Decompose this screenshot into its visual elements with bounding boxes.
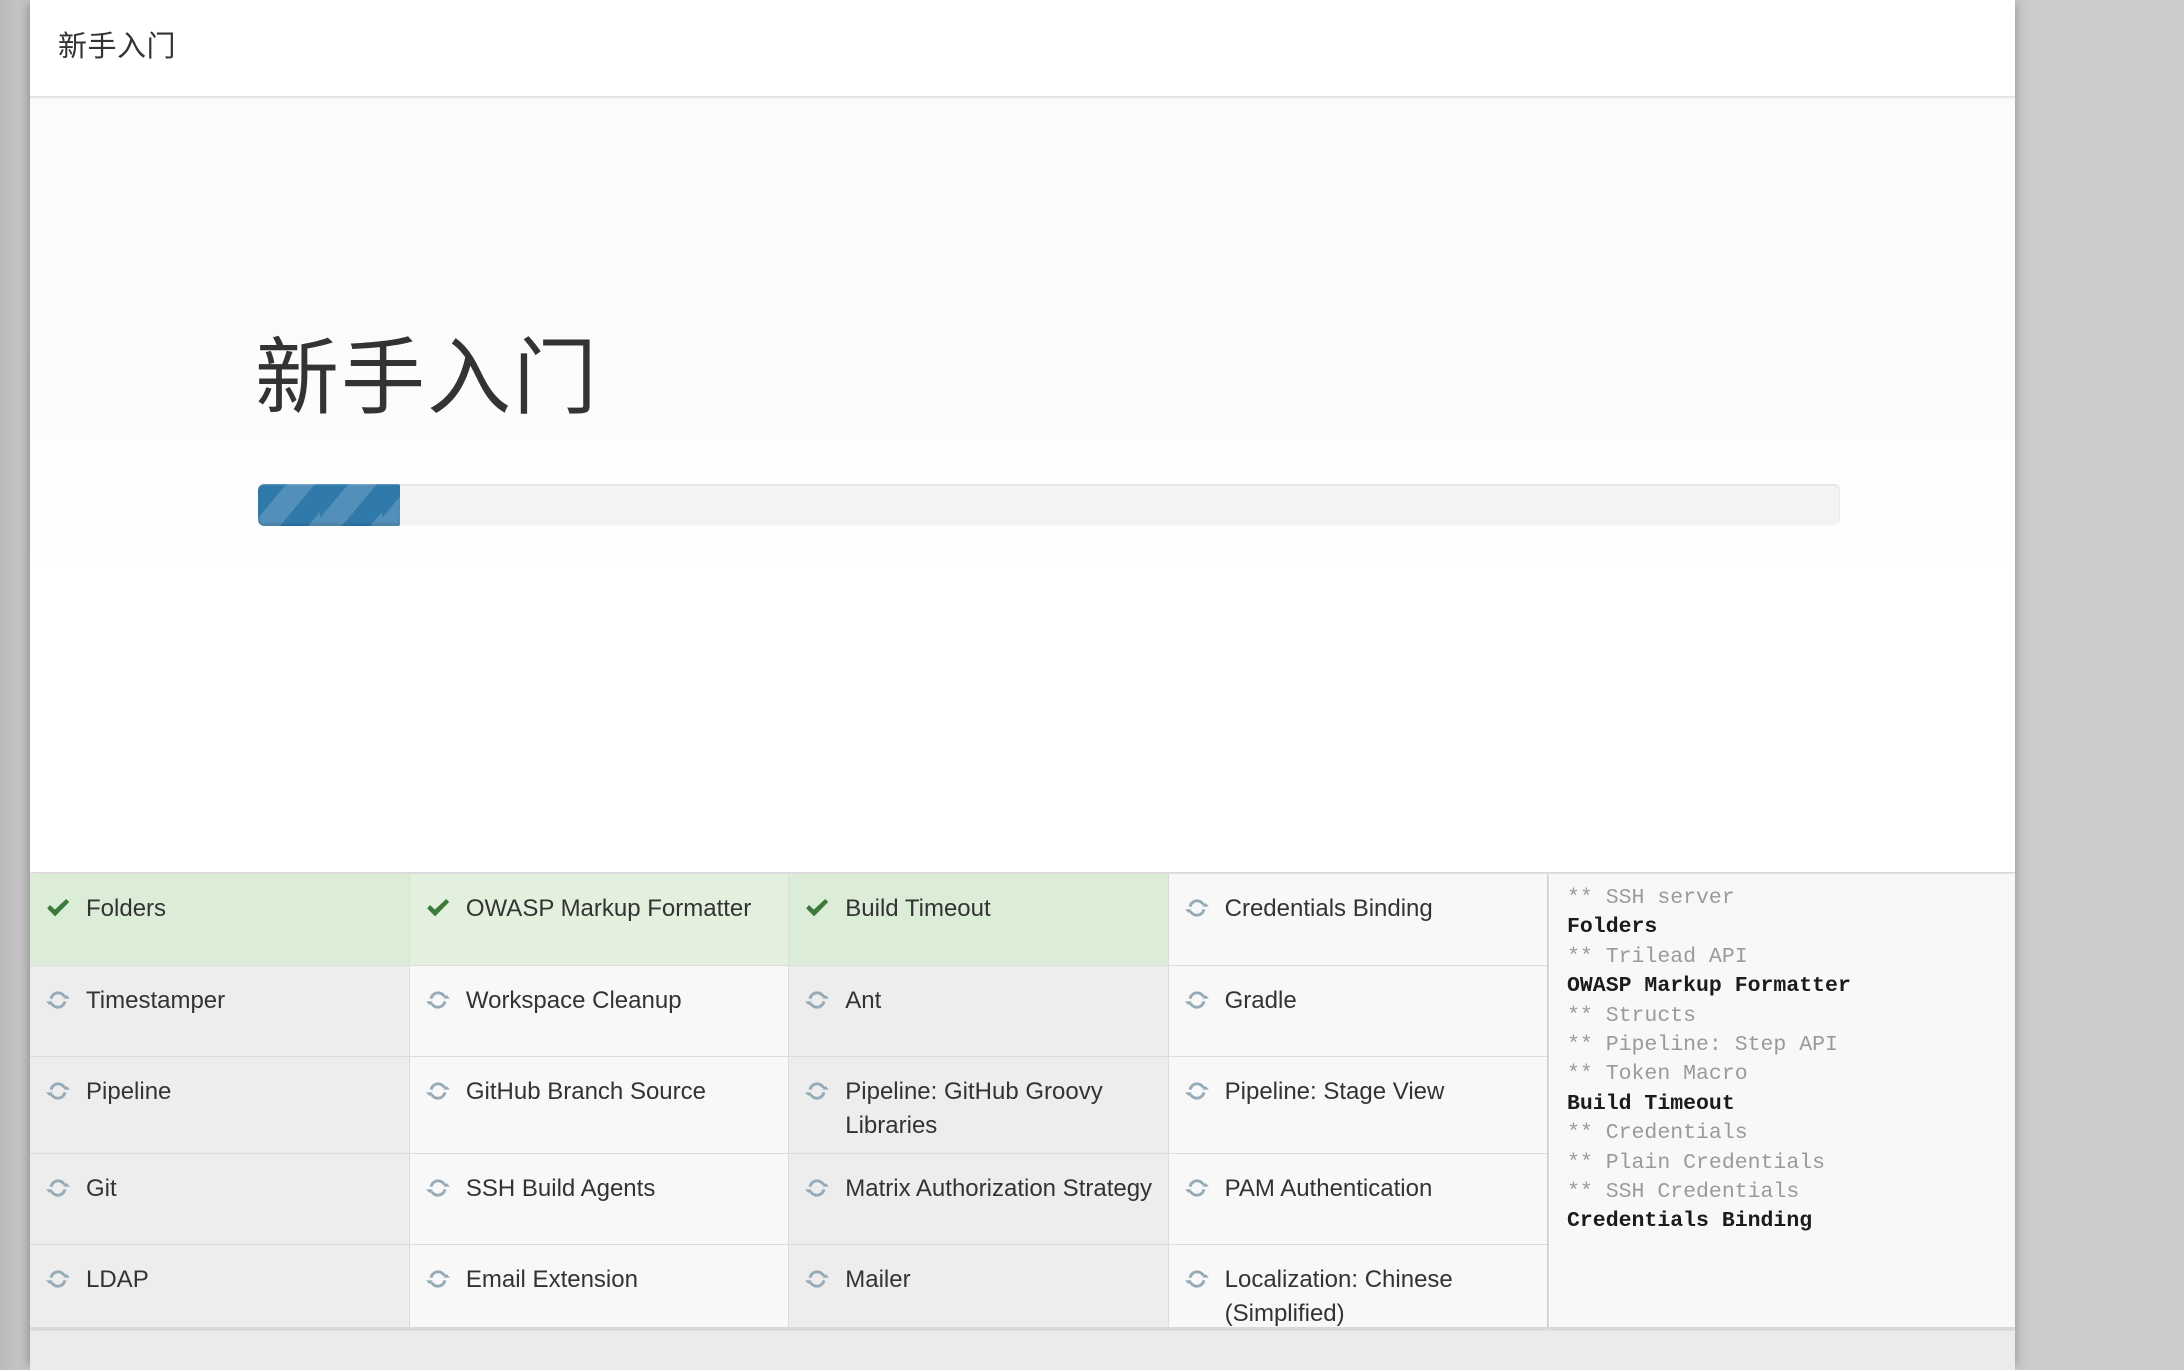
plugin-status-cell: PAM Authentication <box>1168 1153 1547 1245</box>
plugin-name-label: Timestamper <box>86 986 226 1014</box>
plugin-status-cell: Localization: Chinese (Simplified) <box>1168 1244 1547 1327</box>
sync-spinner-icon <box>1183 1265 1211 1295</box>
plugin-name-label: LDAP <box>86 1265 149 1293</box>
sync-spinner-icon <box>424 1077 452 1107</box>
check-icon <box>44 894 72 924</box>
plugin-status-cell: Workspace Cleanup <box>409 965 790 1057</box>
plugin-name-label: Matrix Authorization Strategy <box>845 1174 1153 1202</box>
plugin-status-cell: Pipeline: Stage View <box>1168 1056 1547 1154</box>
plugin-name-label: Build Timeout <box>845 895 991 922</box>
plugin-status-cell: Credentials Binding <box>1168 874 1547 966</box>
check-icon <box>803 894 831 924</box>
plugin-status-cell: GitHub Branch Source <box>409 1056 790 1154</box>
plugin-name-label: SSH Build Agents <box>465 1174 656 1202</box>
plugin-grid-body: Folders OWASP Markup Formatter Build Timeo… <box>30 874 1547 1327</box>
sync-spinner-icon <box>424 986 452 1016</box>
installation-footer-strip <box>30 1331 2015 1370</box>
plugin-status-cell: Email Extension <box>409 1244 790 1327</box>
sync-spinner-icon <box>803 1265 831 1295</box>
plugin-status-cell: Ant <box>788 965 1169 1057</box>
install-log-line: ** Token Macro <box>1567 1062 1748 1087</box>
plugin-status-grid: Folders OWASP Markup Formatter Build Timeo… <box>30 874 1547 1327</box>
plugin-name-label: Credentials Binding <box>1224 895 1433 922</box>
plugin-name-label: Gradle <box>1224 986 1297 1014</box>
plugin-status-cell: Build Timeout <box>788 874 1169 966</box>
plugin-name-label: Pipeline <box>86 1077 172 1105</box>
plugin-status-cell: Pipeline: GitHub Groovy Libraries <box>788 1056 1169 1154</box>
installation-progress-panel: 新手入门 <box>30 100 2015 873</box>
plugin-status-cell: LDAP <box>30 1244 410 1327</box>
plugin-status-cell: Folders <box>30 874 410 966</box>
install-progress-bar <box>258 484 1840 526</box>
plugin-name-label: Localization: Chinese (Simplified) <box>1224 1265 1453 1327</box>
plugin-name-label: Email Extension <box>465 1265 638 1293</box>
sync-spinner-icon <box>1183 1077 1211 1107</box>
plugin-status-cell: Timestamper <box>30 965 410 1057</box>
install-log-line: ** Pipeline: Step API <box>1567 1033 1838 1058</box>
plugin-name-label: Pipeline: Stage View <box>1224 1077 1445 1105</box>
plugin-name-label: Ant <box>845 986 882 1014</box>
sync-spinner-icon <box>424 1174 452 1204</box>
table-row: Folders OWASP Markup Formatter Build Timeo… <box>30 874 1547 966</box>
table-row: Pipeline GitHub Branch Source Pipeline: Gi… <box>30 1056 1547 1154</box>
plugin-name-label: GitHub Branch Source <box>465 1077 706 1105</box>
table-row: Timestamper Workspace Cleanup Ant Gradle <box>30 965 1547 1057</box>
sync-spinner-icon <box>1183 1174 1211 1204</box>
sync-spinner-icon <box>44 986 72 1016</box>
plugin-name-label: Folders <box>86 895 167 922</box>
plugin-name-label: Git <box>86 1174 117 1202</box>
installation-log-panel: ** SSH server Folders ** Trilead API OWASP … <box>1549 874 2015 1329</box>
install-log-line: Folders <box>1567 915 1658 940</box>
plugin-status-cell: Mailer <box>788 1244 1169 1327</box>
sync-spinner-icon <box>44 1077 72 1107</box>
sync-spinner-icon <box>44 1174 72 1204</box>
sync-spinner-icon <box>1183 986 1211 1016</box>
check-icon <box>424 894 452 924</box>
plugin-name-label: Mailer <box>845 1265 911 1293</box>
install-log-line: ** Credentials <box>1567 1121 1748 1146</box>
plugin-status-cell: Gradle <box>1168 965 1547 1057</box>
install-log-line: Build Timeout <box>1567 1091 1735 1116</box>
plugin-name-label: Workspace Cleanup <box>465 986 682 1014</box>
install-progress-fill <box>258 484 401 526</box>
install-log-line: ** SSH Credentials <box>1567 1180 1800 1205</box>
table-row: LDAP Email Extension Mailer Localization: C… <box>30 1244 1547 1327</box>
sync-spinner-icon <box>44 1265 72 1295</box>
sync-spinner-icon <box>803 1174 831 1204</box>
sync-spinner-icon <box>803 986 831 1016</box>
install-log-line: Credentials Binding <box>1567 1209 1813 1234</box>
page-title: 新手入门 <box>255 331 600 425</box>
install-log-line: OWASP Markup Formatter <box>1567 974 1851 999</box>
plugin-status-cell: Pipeline <box>30 1056 410 1154</box>
plugin-status-grid-container: Folders OWASP Markup Formatter Build Timeo… <box>30 874 1548 1329</box>
plugin-status-cell: OWASP Markup Formatter <box>409 874 790 966</box>
plugin-name-label: Pipeline: GitHub Groovy Libraries <box>845 1077 1103 1139</box>
wizard-header: 新手入门 <box>30 0 2015 98</box>
install-log-line: ** Plain Credentials <box>1567 1150 1826 1175</box>
install-log-line: ** Structs <box>1567 1003 1697 1028</box>
sync-spinner-icon <box>803 1077 831 1107</box>
wizard-header-title: 新手入门 <box>58 31 177 63</box>
plugin-name-label: PAM Authentication <box>1224 1174 1433 1202</box>
sync-spinner-icon <box>1183 894 1211 924</box>
plugin-status-cell: SSH Build Agents <box>409 1153 790 1245</box>
install-log-line: ** SSH server <box>1567 886 1735 910</box>
install-log-line: ** Trilead API <box>1567 944 1748 969</box>
table-row: Git SSH Build Agents Matrix Authorization … <box>30 1153 1547 1245</box>
plugin-status-cell: Git <box>30 1153 410 1245</box>
plugin-name-label: OWASP Markup Formatter <box>465 895 752 922</box>
setup-wizard-modal: 新手入门 新手入门 Folders OWASP Markup Formatter B… <box>30 0 2015 1370</box>
installation-details: Folders OWASP Markup Formatter Build Timeo… <box>30 874 2015 1370</box>
sync-spinner-icon <box>424 1265 452 1295</box>
plugin-status-cell: Matrix Authorization Strategy <box>788 1153 1169 1245</box>
